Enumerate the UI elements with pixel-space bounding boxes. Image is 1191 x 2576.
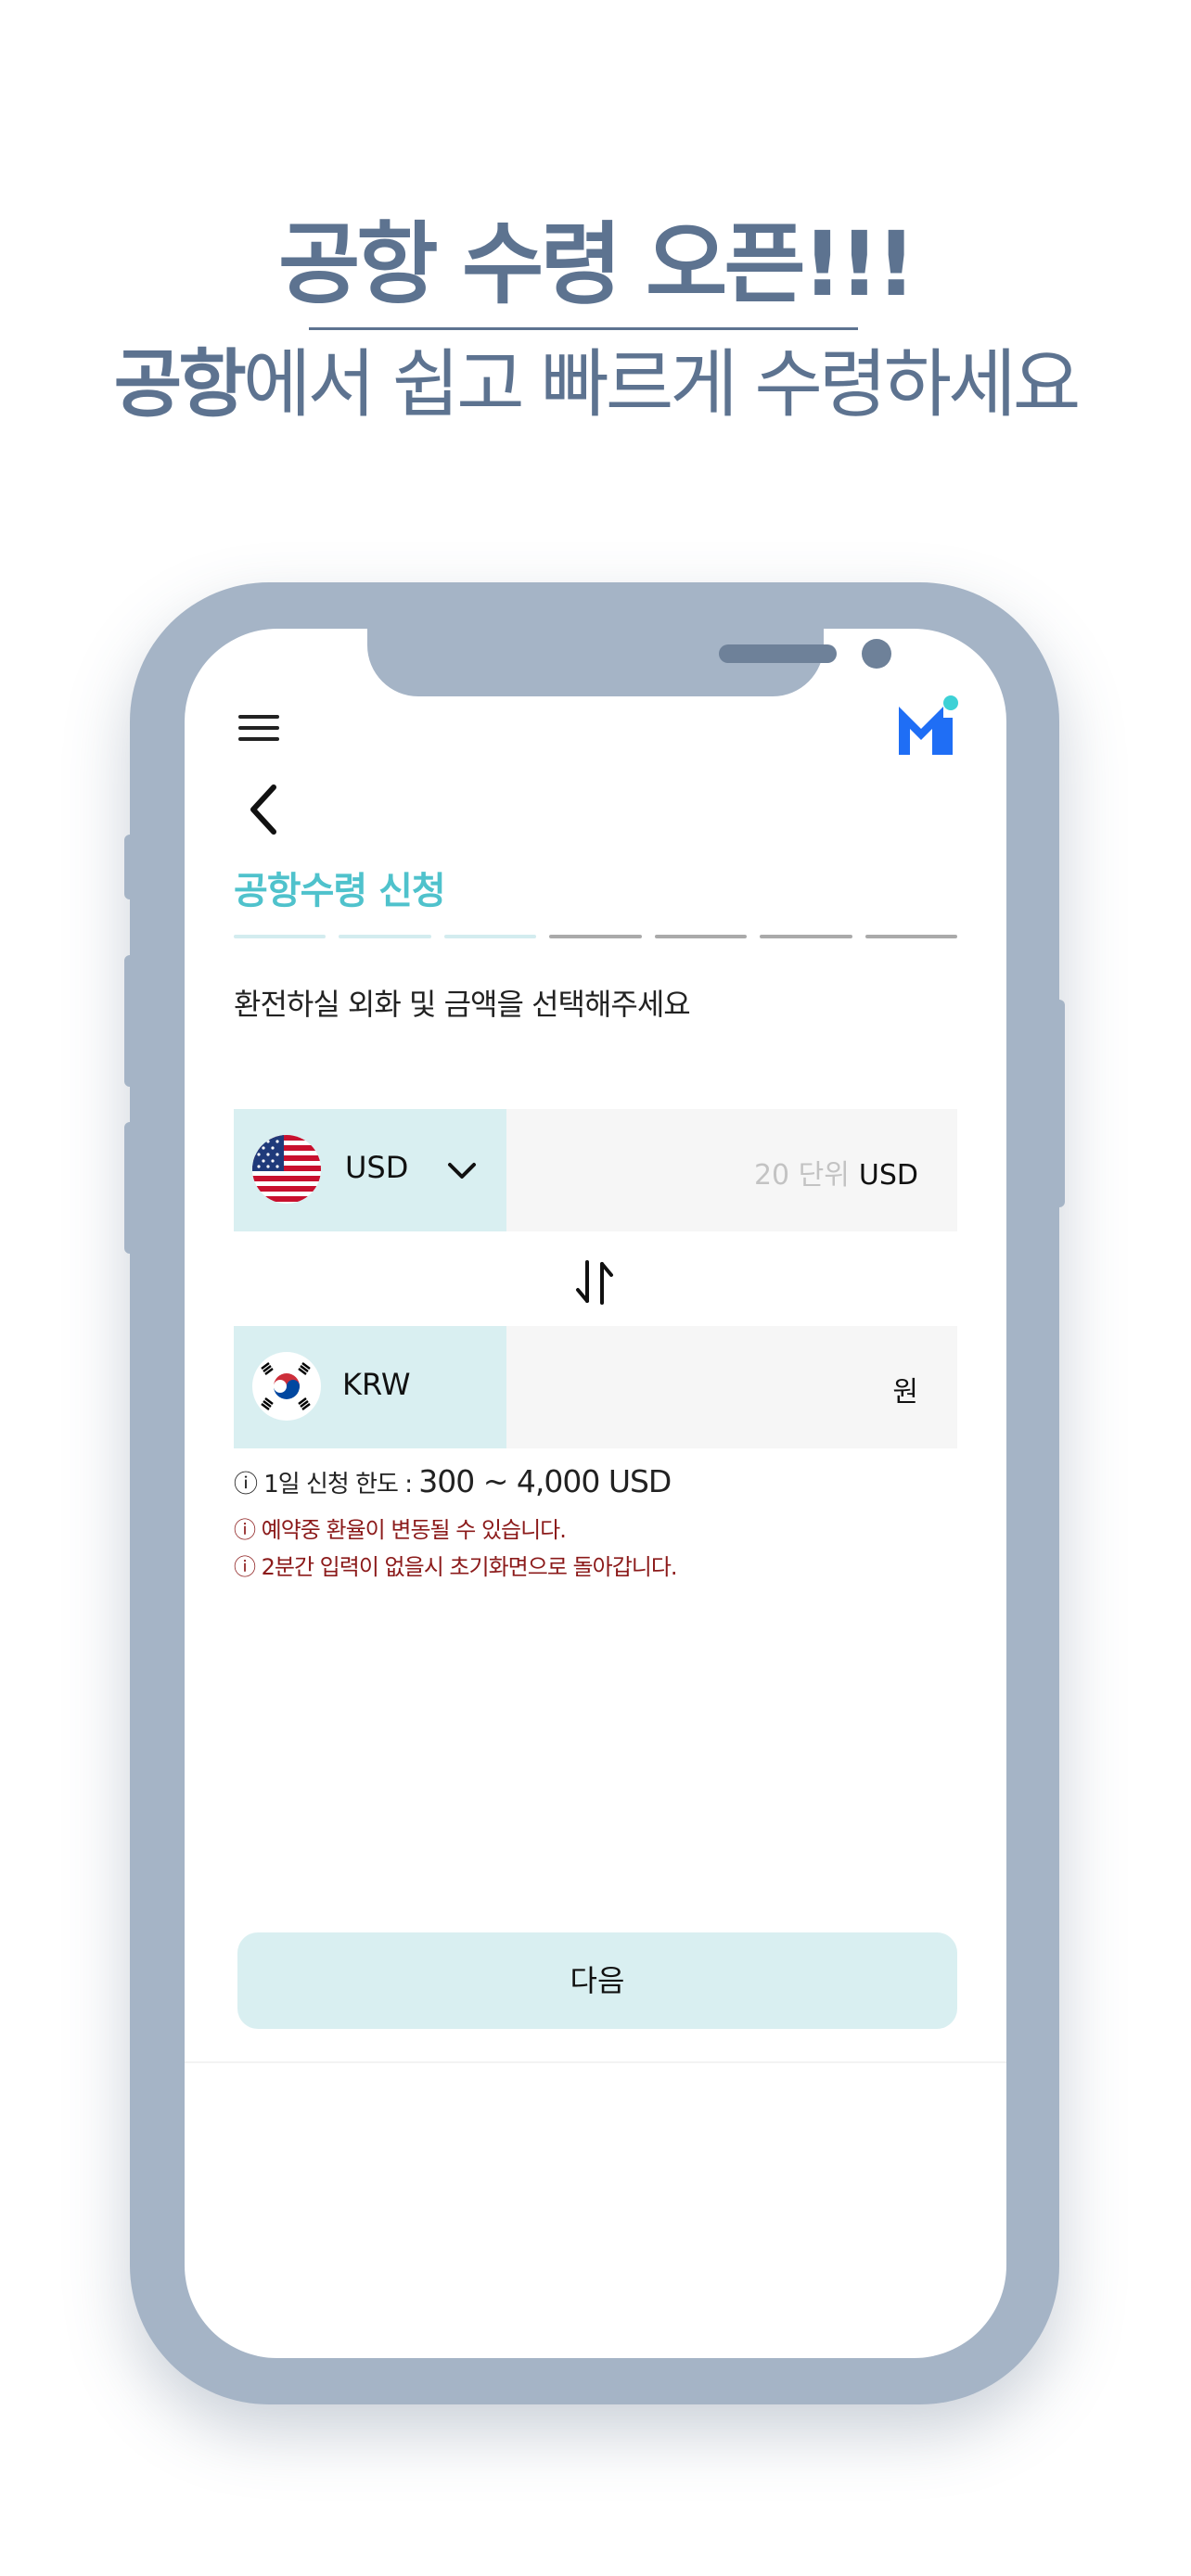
phone-screen: 공항수령 신청 환전하실 외화 및 금액을 선택해주세요 USD 20 단위 U… [185,629,1006,2358]
hamburger-menu-icon[interactable] [238,715,279,743]
to-amount-field: 원 [892,1369,918,1409]
bottom-divider [185,2061,1006,2063]
swap-arrows-icon[interactable] [567,1255,622,1310]
next-button[interactable]: 다음 [237,1932,957,2029]
from-amount-input[interactable]: 20 단위 USD [754,1152,918,1192]
brand-logo-icon [899,695,958,755]
rate-warning: ⓘ 예약중 환율이 변동될 수 있습니다. [234,1517,567,1543]
amount-placeholder: 20 단위 [753,1159,850,1192]
camera-icon [862,639,891,669]
to-currency-row: KRW 원 [234,1326,957,1448]
currency-select[interactable]: USD [234,1109,506,1231]
phone-side-button [124,1122,135,1254]
progress-step [549,935,642,938]
limit-prefix: ⓘ 1일 신청 한도 : [234,1471,419,1498]
hero-subtitle: 공항에서 쉽고 빠르게 수령하세요 [0,334,1191,436]
from-currency-code: USD [345,1150,409,1185]
progress-step [864,935,957,938]
phone-notch [367,629,891,696]
instruction-text: 환전하실 외화 및 금액을 선택해주세요 [234,987,691,1022]
us-flag-icon [252,1135,321,1204]
limit-range: 300 ~ 4,000 USD [418,1463,672,1499]
hero-subtitle-strong: 공항 [113,341,247,427]
progress-step [234,935,327,938]
kr-flag-icon [252,1352,321,1421]
progress-steps [234,935,957,938]
speaker-grille [719,644,837,663]
phone-side-button [124,955,135,1087]
timeout-warning: ⓘ 2분간 입력이 없을시 초기화면으로 돌아갑니다. [234,1554,678,1580]
progress-step [760,935,852,938]
phone-side-button [124,835,135,899]
from-currency-row: USD 20 단위 USD [234,1109,957,1231]
page-title: 공항수령 신청 [234,870,446,912]
progress-step [443,935,537,938]
chevron-down-icon[interactable] [445,1157,479,1183]
from-amount-unit: USD [858,1159,918,1192]
to-currency-code: KRW [342,1367,411,1402]
to-currency-box: KRW [234,1326,506,1448]
hero-subtitle-rest: 에서 쉽고 빠르게 수령하세요 [242,341,1081,427]
hero-title: 공항 수령 오픈!!! [277,212,916,316]
phone-side-button [1054,1000,1065,1207]
chevron-left-icon[interactable] [246,782,283,837]
daily-limit-note: ⓘ 1일 신청 한도 : 300 ~ 4,000 USD [234,1463,672,1499]
progress-step [654,935,748,938]
hero-title-underline [309,327,858,330]
to-amount-unit: 원 [892,1376,918,1409]
progress-step [339,935,431,938]
